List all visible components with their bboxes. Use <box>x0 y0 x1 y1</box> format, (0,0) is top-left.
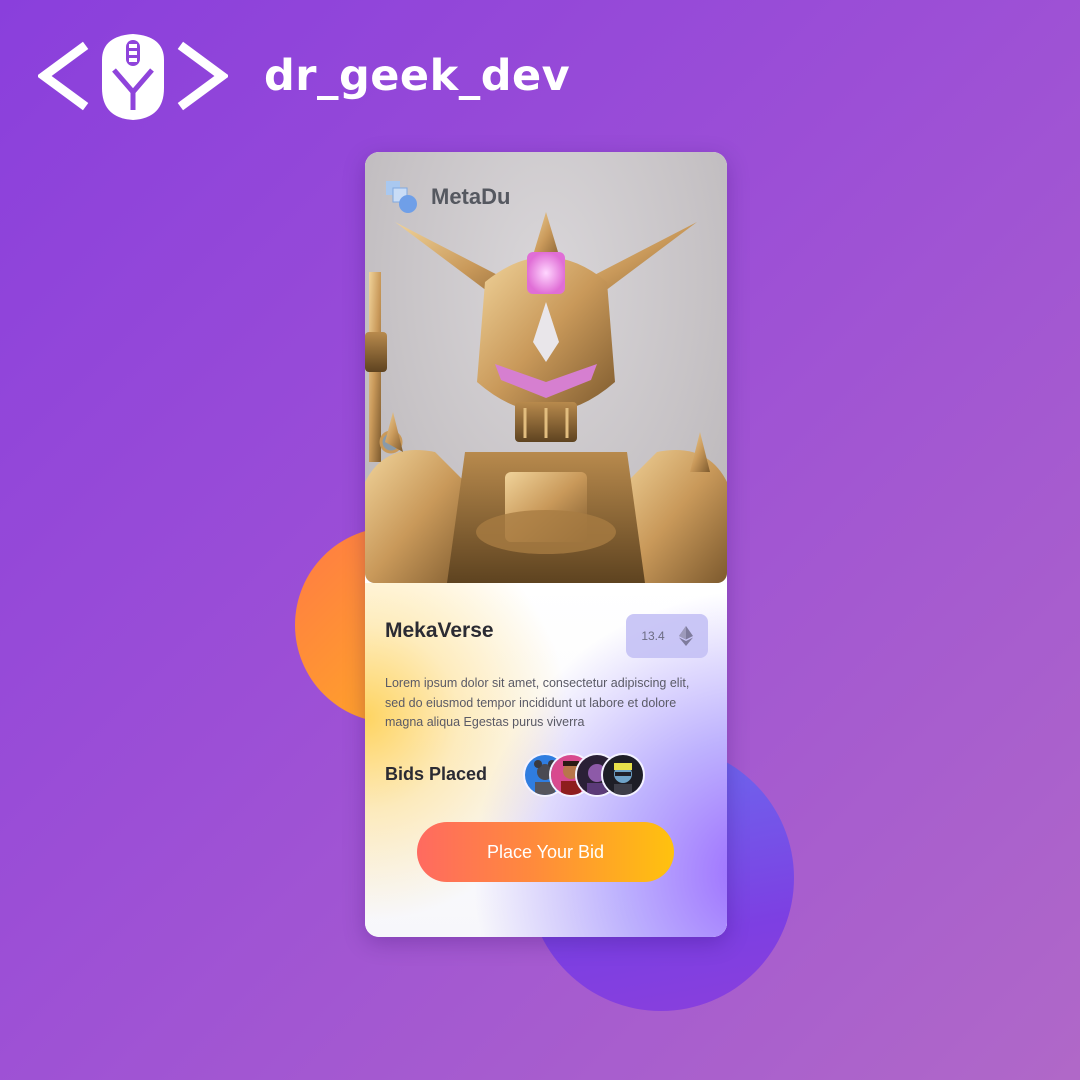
brand-name: dr_geek_dev <box>264 51 571 101</box>
place-bid-button[interactable]: Place Your Bid <box>417 822 674 882</box>
card-body: MekaVerse 13.4 Lorem ipsum dolor sit ame… <box>365 583 727 937</box>
price-badge: 13.4 <box>626 614 708 658</box>
project-brand: MetaDu <box>385 180 510 214</box>
stacked-squares-logo-icon <box>386 181 417 213</box>
golden-robot-artwork <box>365 212 727 583</box>
brand-header: dr_geek_dev <box>38 30 570 122</box>
code-mouse-logo-icon <box>38 34 228 120</box>
bidder-avatar[interactable] <box>601 753 645 797</box>
ethereum-icon <box>678 626 693 646</box>
item-title: MekaVerse <box>385 619 494 642</box>
nft-image: MetaDu <box>365 152 727 583</box>
bids-placed-label: Bids Placed <box>385 764 488 784</box>
project-name: MetaDu <box>431 184 511 209</box>
price-value: 13.4 <box>641 629 665 643</box>
item-description: Lorem ipsum dolor sit amet, consectetur … <box>385 676 690 729</box>
nft-card: MetaDu MekaVerse 13.4 Lorem ipsum dolor … <box>365 152 727 937</box>
